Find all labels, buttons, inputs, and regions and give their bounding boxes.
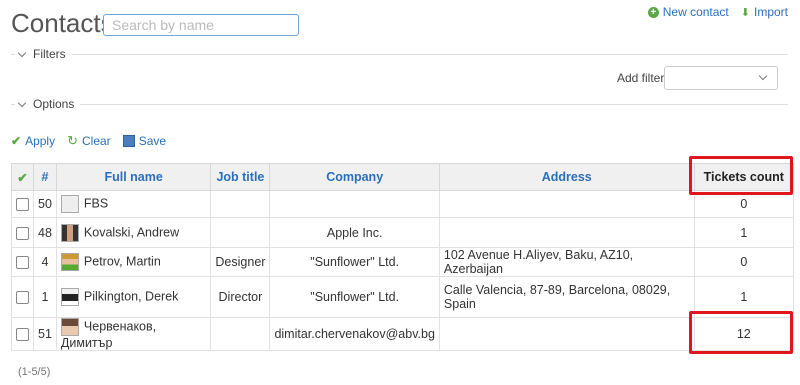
- avatar: [60, 288, 79, 306]
- col-company[interactable]: Company: [269, 163, 440, 191]
- refresh-icon: ↻: [67, 133, 78, 148]
- contact-name: FBS: [83, 196, 109, 211]
- contact-name: Pilkington, Derek: [83, 289, 179, 304]
- save-label: Save: [138, 134, 167, 148]
- name-cell[interactable]: Pilkington, Derek: [55, 276, 212, 318]
- filter-actions: ✔ Apply ↻ Clear Save: [11, 133, 166, 149]
- table-row[interactable]: 50 FBS 0: [11, 190, 795, 218]
- address-cell: Calle Valencia, 87-89, Barcelona, 08029,…: [438, 276, 695, 318]
- options-label: Options: [33, 97, 75, 111]
- chevron-down-icon: [758, 71, 768, 81]
- address-cell: 102 Avenue H.Aliyev, Baku, AZ10, Azerbai…: [438, 247, 695, 277]
- arrow-down-icon: ⬇: [740, 6, 750, 19]
- row-checkbox[interactable]: [16, 328, 29, 342]
- col-num[interactable]: #: [33, 163, 57, 191]
- save-button[interactable]: Save: [122, 133, 167, 149]
- clear-label: Clear: [82, 134, 111, 148]
- name-cell[interactable]: Червенаков, Димитър: [55, 317, 212, 351]
- new-contact-label: New contact: [662, 5, 729, 19]
- table-row[interactable]: 51 Червенаков, Димитър dimitar.chervenak…: [11, 317, 795, 351]
- name-cell[interactable]: Kovalski, Andrew: [55, 217, 212, 248]
- row-checkbox[interactable]: [16, 256, 29, 270]
- table-row[interactable]: 1 Pilkington, Derek Director "Sunflower"…: [11, 276, 795, 318]
- company-cell: dimitar.chervenakov@abv.bg: [269, 317, 440, 351]
- search-input[interactable]: [103, 14, 299, 36]
- highlight-tickets-header: [689, 156, 793, 195]
- company-cell: "Sunflower" Ltd.: [269, 276, 440, 318]
- name-cell[interactable]: Petrov, Martin: [55, 247, 212, 277]
- add-filter-select[interactable]: [664, 66, 778, 90]
- job-cell: [210, 217, 271, 248]
- row-checkbox[interactable]: [16, 226, 29, 240]
- new-contact-link[interactable]: + New contact: [647, 5, 729, 19]
- avatar: [60, 253, 79, 271]
- select-all-header[interactable]: ✔: [11, 163, 34, 191]
- filters-label: Filters: [33, 47, 66, 61]
- row-num: 4: [33, 247, 57, 277]
- import-link[interactable]: ⬇ Import: [741, 5, 788, 19]
- plus-icon: +: [647, 6, 659, 18]
- name-cell[interactable]: FBS: [55, 190, 212, 218]
- divider: [11, 104, 788, 105]
- add-filter-label: Add filter: [617, 71, 665, 85]
- check-icon: ✔: [11, 134, 22, 148]
- contacts-table: ✔ # Full name Job title Company Address …: [11, 163, 795, 351]
- job-cell: Designer: [210, 247, 271, 277]
- avatar: [60, 223, 79, 242]
- contact-name: Kovalski, Andrew: [83, 224, 180, 239]
- clear-button[interactable]: ↻ Clear: [67, 133, 111, 149]
- company-cell: Apple Inc.: [269, 217, 440, 248]
- divider: [11, 54, 788, 55]
- row-checkbox[interactable]: [16, 291, 29, 305]
- table-row[interactable]: 48 Kovalski, Andrew Apple Inc. 1: [11, 217, 795, 248]
- address-cell: [438, 217, 695, 248]
- col-full-name[interactable]: Full name: [55, 163, 212, 191]
- company-cell: "Sunflower" Ltd.: [269, 247, 440, 277]
- chevron-down-icon: [17, 48, 27, 57]
- pagination-info: (1-5/5): [18, 366, 51, 378]
- address-cell: [438, 190, 695, 218]
- table-header-row: ✔ # Full name Job title Company Address …: [11, 163, 795, 191]
- row-num: 48: [33, 217, 57, 248]
- job-cell: [210, 190, 271, 218]
- col-address[interactable]: Address: [438, 163, 695, 191]
- import-label: Import: [753, 5, 788, 19]
- top-links: + New contact ⬇ Import: [647, 5, 788, 19]
- page-title: Contacts: [11, 8, 114, 38]
- avatar: [60, 195, 79, 213]
- job-cell: [210, 317, 271, 351]
- save-icon: [122, 135, 135, 147]
- tickets-cell: 1: [693, 217, 795, 248]
- tickets-cell: 0: [693, 247, 795, 277]
- row-num: 1: [33, 276, 57, 318]
- chevron-down-icon: [17, 98, 27, 107]
- address-cell: [438, 317, 695, 351]
- contact-name: Petrov, Martin: [83, 254, 161, 269]
- options-section[interactable]: Options: [11, 97, 788, 111]
- table-row[interactable]: 4 Petrov, Martin Designer "Sunflower" Lt…: [11, 247, 795, 277]
- col-job-title[interactable]: Job title: [210, 163, 271, 191]
- filters-section[interactable]: Filters: [11, 47, 788, 61]
- apply-label: Apply: [25, 134, 56, 148]
- row-num: 51: [33, 317, 57, 351]
- check-icon: ✔: [17, 170, 28, 185]
- row-num: 50: [33, 190, 57, 218]
- avatar: [60, 318, 79, 336]
- company-cell: [269, 190, 440, 218]
- row-checkbox[interactable]: [16, 198, 29, 212]
- job-cell: Director: [210, 276, 271, 318]
- apply-button[interactable]: ✔ Apply: [11, 133, 55, 149]
- highlight-tickets-cell: [689, 311, 793, 354]
